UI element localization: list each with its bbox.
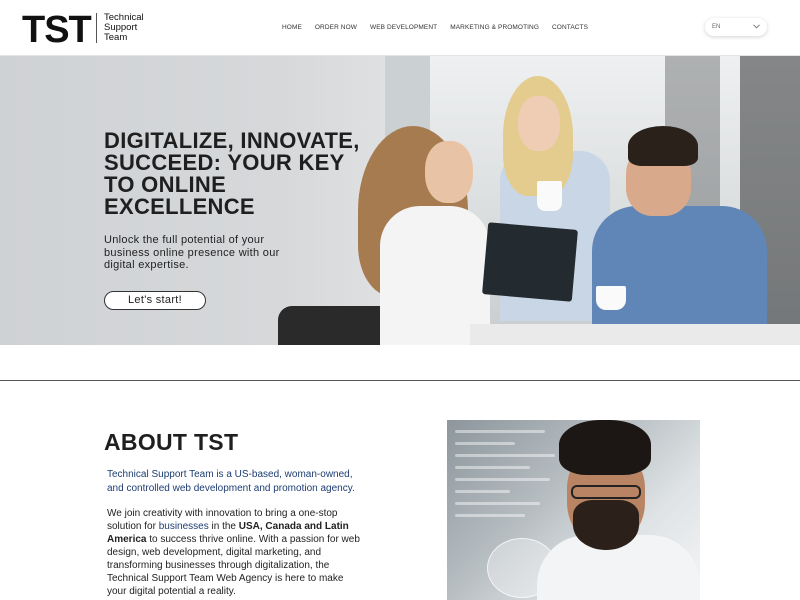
about-person-beard	[573, 500, 639, 550]
hero-title: DIGITALIZE, INNOVATE, SUCCEED: YOUR KEY …	[104, 128, 360, 219]
language-selector[interactable]: EN	[705, 18, 767, 36]
section-divider	[0, 380, 800, 381]
businesses-link[interactable]: businesses	[159, 521, 209, 532]
nav-marketing-promoting[interactable]: MARKETING & PROMOTING	[450, 24, 539, 31]
code-line-decoration	[455, 478, 550, 481]
about-person-hair	[559, 420, 651, 475]
lets-start-button[interactable]: Let's start!	[104, 291, 206, 310]
nav-web-development[interactable]: WEB DEVELOPMENT	[370, 24, 437, 31]
code-line-decoration	[455, 502, 540, 505]
language-label: EN	[712, 24, 721, 30]
about-title: ABOUT TST	[104, 429, 239, 455]
about-person-glasses	[571, 485, 641, 499]
hero-person-brunette-face	[425, 141, 473, 203]
about-body: We join creativity with innovation to br…	[107, 507, 362, 598]
hero-section: DIGITALIZE, INNOVATE, SUCCEED: YOUR KEY …	[0, 56, 800, 345]
hero-desk	[470, 324, 800, 345]
logo-text[interactable]: Technical Support Team	[104, 13, 164, 43]
about-image	[447, 420, 700, 600]
code-line-decoration	[455, 466, 530, 469]
hero-person-blonde-face	[518, 96, 560, 151]
logo-divider	[96, 13, 97, 43]
hero-person-man-hair	[628, 126, 698, 166]
code-line-decoration	[455, 514, 525, 517]
about-body-text: in the	[211, 521, 236, 532]
coffee-cup	[596, 286, 626, 310]
code-line-decoration	[455, 490, 510, 493]
logo[interactable]: TST	[22, 11, 92, 49]
code-line-decoration	[455, 454, 555, 457]
about-lead: Technical Support Team is a US-based, wo…	[107, 469, 355, 494]
nav-contacts[interactable]: CONTACTS	[552, 24, 588, 31]
site-header: TST Technical Support Team HOME ORDER NO…	[0, 0, 800, 56]
main-nav: HOME ORDER NOW WEB DEVELOPMENT MARKETING…	[282, 24, 588, 31]
code-line-decoration	[455, 442, 515, 445]
nav-home[interactable]: HOME	[282, 24, 302, 31]
logo-text-line: Team	[104, 32, 128, 43]
coffee-cup	[537, 181, 562, 211]
chevron-down-icon	[753, 23, 760, 31]
code-line-decoration	[455, 430, 545, 433]
hero-subtitle: Unlock the full potential of your busine…	[104, 234, 280, 271]
tablet	[482, 222, 578, 302]
nav-order-now[interactable]: ORDER NOW	[315, 24, 357, 31]
